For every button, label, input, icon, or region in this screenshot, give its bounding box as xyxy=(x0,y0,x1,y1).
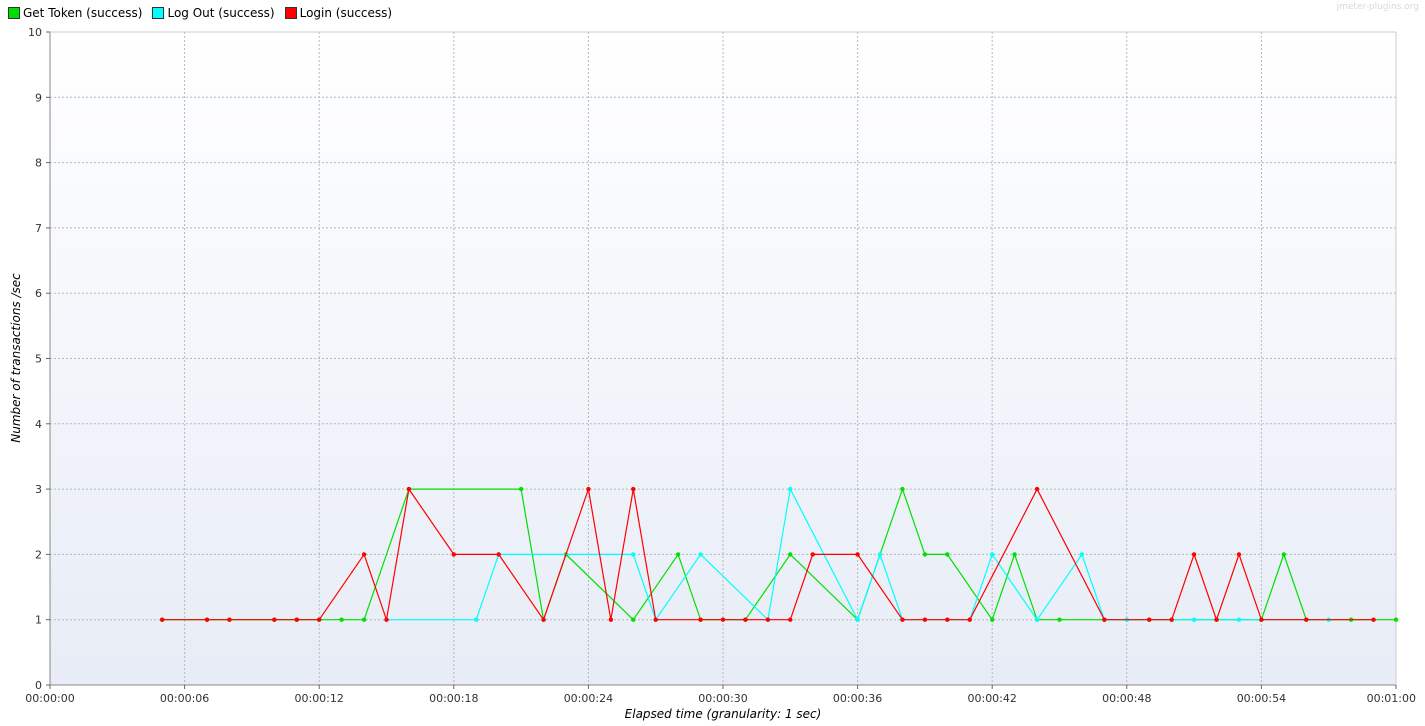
line-chart: 00:00:00 00:00:06 00:00:12 00:00:18 00:00:24… xyxy=(9,26,1416,721)
x-tick-label: 00:00:30 xyxy=(698,692,747,705)
series-point-2 xyxy=(406,486,412,492)
series-point-2 xyxy=(1147,617,1152,622)
series-point-1 xyxy=(631,552,636,557)
x-axis-label: Elapsed time (granularity: 1 sec) xyxy=(625,707,822,721)
series-point-2 xyxy=(272,617,277,622)
series-point-2 xyxy=(608,617,614,622)
series-point-2 xyxy=(384,617,389,622)
series-point-0 xyxy=(1012,552,1017,557)
series-point-0 xyxy=(339,617,344,622)
y-tick-label: 4 xyxy=(35,418,42,431)
series-point-2 xyxy=(1214,617,1219,622)
series-point-2 xyxy=(1034,486,1040,492)
series-point-2 xyxy=(204,617,210,622)
y-tick-label: 7 xyxy=(35,222,42,235)
series-point-1 xyxy=(1236,617,1242,622)
y-tick-label: 1 xyxy=(35,614,42,627)
x-tick-label: 00:00:18 xyxy=(429,692,478,705)
y-tick-label: 10 xyxy=(28,26,42,39)
series-point-0 xyxy=(945,552,950,557)
series-point-2 xyxy=(159,617,165,622)
series-point-2 xyxy=(361,552,367,557)
x-tick-label: 00:00:48 xyxy=(1102,692,1151,705)
series-point-0 xyxy=(990,617,995,622)
x-tick-label: 00:00:06 xyxy=(160,692,209,705)
series-point-1 xyxy=(698,552,703,557)
series-point-2 xyxy=(1304,617,1309,622)
y-axis-label: Number of transactions /sec xyxy=(9,273,23,443)
series-point-1 xyxy=(1034,617,1040,622)
series-point-1 xyxy=(1079,552,1085,557)
series-point-1 xyxy=(788,486,793,492)
series-point-1 xyxy=(877,552,883,557)
series-point-2 xyxy=(967,617,972,622)
series-point-2 xyxy=(653,617,658,622)
series-point-2 xyxy=(743,617,748,622)
series-point-2 xyxy=(788,617,793,622)
series-point-2 xyxy=(1191,552,1197,557)
y-tick-label: 5 xyxy=(35,353,42,366)
series-point-2 xyxy=(586,486,591,492)
series-point-2 xyxy=(765,617,771,622)
y-axis-ticks: 0 1 2 3 4 5 6 7 8 9 10 xyxy=(28,26,50,692)
series-point-1 xyxy=(990,552,995,557)
series-point-2 xyxy=(1169,617,1174,622)
x-axis-ticks: 00:00:00 00:00:06 00:00:12 00:00:18 00:00:24… xyxy=(25,685,1416,705)
series-point-2 xyxy=(720,617,726,622)
x-tick-label: 00:00:24 xyxy=(564,692,613,705)
series-point-2 xyxy=(1259,617,1264,622)
y-tick-label: 3 xyxy=(35,483,42,496)
series-point-0 xyxy=(361,617,367,622)
series-point-1 xyxy=(474,617,479,622)
series-point-2 xyxy=(698,617,703,622)
series-point-2 xyxy=(1236,552,1242,557)
y-tick-label: 8 xyxy=(35,157,42,170)
y-tick-label: 6 xyxy=(35,287,42,300)
series-point-0 xyxy=(1281,552,1287,557)
series-point-2 xyxy=(631,486,636,492)
x-tick-label: 00:00:42 xyxy=(967,692,1016,705)
series-point-0 xyxy=(900,486,905,492)
series-point-2 xyxy=(496,552,501,557)
series-point-0 xyxy=(1057,617,1062,622)
series-point-2 xyxy=(451,552,456,557)
series-point-0 xyxy=(518,486,524,492)
series-point-2 xyxy=(294,617,299,622)
y-tick-label: 0 xyxy=(35,679,42,692)
series-point-2 xyxy=(855,552,860,557)
series-point-2 xyxy=(945,617,950,622)
x-tick-label: 00:01:00 xyxy=(1367,692,1416,705)
series-point-1 xyxy=(855,617,860,622)
series-point-2 xyxy=(227,617,232,622)
series-point-1 xyxy=(1191,617,1197,622)
series-point-0 xyxy=(788,552,793,557)
series-point-0 xyxy=(922,552,928,557)
x-tick-label: 00:00:00 xyxy=(25,692,74,705)
y-tick-label: 9 xyxy=(35,91,42,104)
series-point-2 xyxy=(810,552,815,557)
series-point-2 xyxy=(900,617,905,622)
series-point-2 xyxy=(922,617,928,622)
series-point-2 xyxy=(317,617,322,622)
x-tick-label: 00:00:54 xyxy=(1237,692,1286,705)
series-point-2 xyxy=(1371,617,1376,622)
series-point-0 xyxy=(1393,617,1399,622)
series-point-0 xyxy=(675,552,681,557)
x-tick-label: 00:00:12 xyxy=(294,692,343,705)
x-tick-label: 00:00:36 xyxy=(833,692,882,705)
series-point-2 xyxy=(541,617,546,622)
series-point-2 xyxy=(1102,617,1107,622)
series-point-0 xyxy=(631,617,636,622)
y-tick-label: 2 xyxy=(35,548,42,561)
